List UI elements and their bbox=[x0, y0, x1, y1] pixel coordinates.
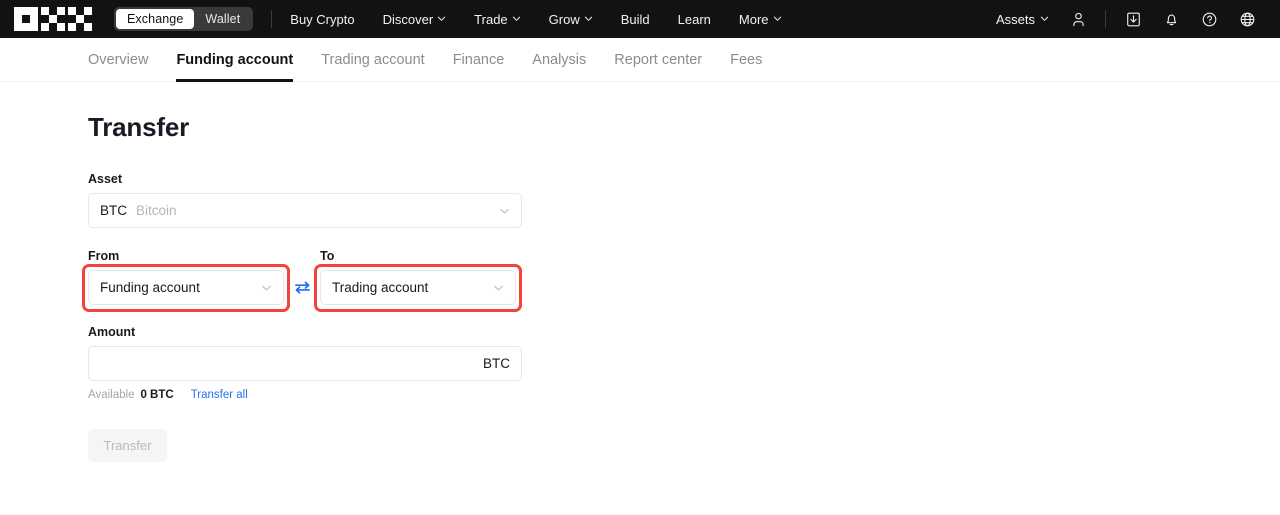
nav-item-discover[interactable]: Discover bbox=[369, 0, 461, 38]
asset-name: Bitcoin bbox=[136, 203, 177, 218]
chevron-down-icon bbox=[512, 14, 521, 23]
nav-label: Grow bbox=[548, 11, 580, 27]
okx-logo[interactable] bbox=[14, 6, 92, 32]
top-header: Exchange Wallet Buy Crypto Discover Trad… bbox=[0, 0, 1280, 38]
nav-label: Discover bbox=[382, 11, 434, 27]
nav-label: Buy Crypto bbox=[290, 11, 355, 27]
available-balance-row: Available 0 BTC Transfer all bbox=[88, 389, 1280, 401]
nav-item-buy-crypto[interactable]: Buy Crypto bbox=[290, 0, 368, 38]
help-icon[interactable] bbox=[1190, 0, 1228, 38]
amount-input[interactable] bbox=[100, 347, 475, 380]
nav-item-trade[interactable]: Trade bbox=[460, 0, 534, 38]
nav-label: More bbox=[738, 11, 769, 27]
from-label: From bbox=[88, 249, 120, 263]
subnav-tab-trading-account[interactable]: Trading account bbox=[321, 38, 424, 81]
amount-input-wrapper[interactable]: BTC bbox=[88, 346, 522, 381]
chevron-down-icon bbox=[773, 14, 782, 23]
toggle-exchange[interactable]: Exchange bbox=[116, 9, 195, 29]
transfer-submit-button[interactable]: Transfer bbox=[88, 429, 167, 462]
chevron-down-icon bbox=[1040, 14, 1049, 23]
amount-field-group: Amount BTC Available 0 BTC Transfer all bbox=[88, 325, 1280, 401]
account-subnav: Overview Funding account Trading account… bbox=[0, 38, 1280, 82]
chevron-down-icon bbox=[499, 205, 510, 216]
assets-menu[interactable]: Assets bbox=[986, 12, 1059, 27]
main-nav: Buy Crypto Discover Trade Grow Build Lea… bbox=[290, 0, 795, 38]
page-title: Transfer bbox=[88, 112, 190, 142]
nav-item-grow[interactable]: Grow bbox=[535, 0, 607, 38]
header-right-actions: Assets bbox=[986, 0, 1266, 38]
nav-label: Trade bbox=[474, 11, 508, 27]
from-account-select[interactable]: Funding account bbox=[88, 270, 284, 305]
subnav-tab-finance[interactable]: Finance bbox=[453, 38, 505, 81]
bell-icon[interactable] bbox=[1152, 0, 1190, 38]
to-account-value: Trading account bbox=[332, 280, 429, 295]
exchange-wallet-toggle[interactable]: Exchange Wallet bbox=[114, 7, 254, 31]
nav-item-build[interactable]: Build bbox=[607, 0, 664, 38]
from-field-group: From Funding account bbox=[82, 249, 290, 312]
chevron-down-icon bbox=[584, 14, 593, 23]
to-label: To bbox=[320, 249, 335, 263]
asset-symbol: BTC bbox=[100, 203, 127, 218]
from-to-row: From Funding account To Trading account bbox=[82, 249, 1280, 312]
asset-select[interactable]: BTC Bitcoin bbox=[88, 193, 522, 228]
subnav-tab-analysis[interactable]: Analysis bbox=[532, 38, 586, 81]
user-icon[interactable] bbox=[1059, 0, 1097, 38]
header-divider-2 bbox=[1105, 10, 1106, 28]
subnav-tab-funding-account[interactable]: Funding account bbox=[176, 38, 293, 82]
swap-arrows-icon[interactable] bbox=[284, 270, 320, 305]
nav-item-more[interactable]: More bbox=[725, 0, 796, 38]
amount-label: Amount bbox=[88, 325, 136, 339]
subnav-tab-fees[interactable]: Fees bbox=[730, 38, 762, 81]
globe-icon[interactable] bbox=[1228, 0, 1266, 38]
from-account-value: Funding account bbox=[100, 280, 200, 295]
transfer-page: Transfer Asset BTC Bitcoin From Funding … bbox=[0, 82, 1280, 462]
header-divider bbox=[271, 10, 273, 28]
to-field-group: To Trading account bbox=[314, 249, 522, 312]
nav-label: Build bbox=[620, 11, 650, 27]
transfer-all-link[interactable]: Transfer all bbox=[191, 389, 248, 401]
assets-label: Assets bbox=[995, 11, 1035, 27]
asset-field-group: Asset BTC Bitcoin bbox=[88, 172, 1280, 228]
toggle-wallet[interactable]: Wallet bbox=[194, 9, 251, 29]
subnav-tab-overview[interactable]: Overview bbox=[88, 38, 148, 81]
asset-label: Asset bbox=[88, 172, 123, 186]
download-icon[interactable] bbox=[1114, 0, 1152, 38]
chevron-down-icon bbox=[493, 282, 504, 293]
available-label: Available bbox=[88, 389, 135, 401]
nav-label: Learn bbox=[677, 11, 711, 27]
chevron-down-icon bbox=[437, 14, 446, 23]
subnav-tab-report-center[interactable]: Report center bbox=[614, 38, 702, 81]
to-account-select[interactable]: Trading account bbox=[320, 270, 516, 305]
chevron-down-icon bbox=[261, 282, 272, 293]
nav-item-learn[interactable]: Learn bbox=[664, 0, 725, 38]
amount-currency-suffix: BTC bbox=[483, 356, 510, 371]
available-value: 0 BTC bbox=[140, 389, 174, 401]
